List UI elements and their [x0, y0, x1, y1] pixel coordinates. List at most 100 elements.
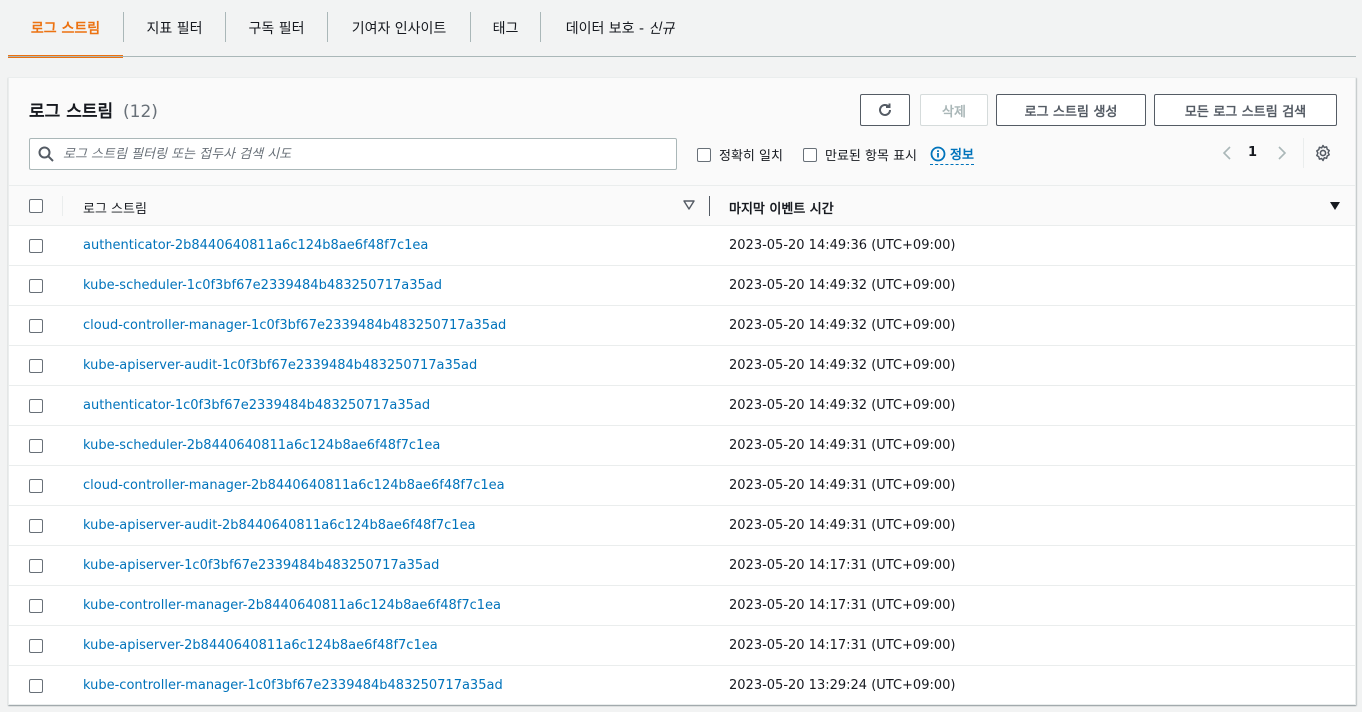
pagination-divider	[1303, 138, 1304, 168]
log-stream-link[interactable]: kube-controller-manager-2b8440640811a6c1…	[83, 598, 501, 613]
log-stream-link[interactable]: cloud-controller-manager-1c0f3bf67e23394…	[83, 318, 506, 333]
refresh-icon	[879, 103, 891, 116]
tab-tags[interactable]: 태그	[471, 0, 540, 56]
tab-log-streams[interactable]: 로그 스트림	[8, 0, 123, 58]
table-row: kube-controller-manager-2b8440640811a6c1…	[9, 586, 1355, 626]
log-stream-link[interactable]: kube-scheduler-2b8440640811a6c124b8ae6f4…	[83, 438, 440, 453]
tab-contributor-insights[interactable]: 기여자 인사이트	[328, 0, 470, 56]
tab-subscription-filters[interactable]: 구독 필터	[226, 0, 327, 56]
table-row: kube-scheduler-2b8440640811a6c124b8ae6f4…	[9, 426, 1355, 466]
tab-label: 태그	[492, 21, 519, 37]
last-event-time: 2023-05-20 14:49:31 (UTC+09:00)	[729, 478, 956, 493]
log-stream-link[interactable]: kube-scheduler-1c0f3bf67e2339484b4832507…	[83, 278, 442, 293]
last-event-time: 2023-05-20 14:49:36 (UTC+09:00)	[729, 238, 956, 253]
tab-data-protection[interactable]: 데이터 보호 - 신규	[541, 0, 699, 56]
tab-bar-divider	[8, 56, 1356, 57]
info-link[interactable]: 정보	[930, 144, 974, 165]
last-event-time: 2023-05-20 14:49:32 (UTC+09:00)	[729, 358, 956, 373]
show-expired-checkbox[interactable]	[803, 147, 817, 162]
last-event-time: 2023-05-20 14:17:31 (UTC+09:00)	[729, 638, 956, 653]
search-input[interactable]	[63, 146, 663, 162]
log-stream-link[interactable]: kube-apiserver-1c0f3bf67e2339484b4832507…	[83, 558, 439, 573]
last-event-time: 2023-05-20 13:29:24 (UTC+09:00)	[729, 678, 956, 693]
log-stream-link[interactable]: authenticator-2b8440640811a6c124b8ae6f48…	[83, 238, 428, 253]
current-page-number[interactable]: 1	[1248, 145, 1257, 160]
sort-caret-down-icon[interactable]	[683, 200, 695, 210]
new-badge: 신규	[648, 21, 675, 37]
row-checkbox[interactable]	[29, 679, 43, 693]
chevron-right-icon[interactable]	[1276, 145, 1288, 161]
search-all-log-streams-button[interactable]: 모든 로그 스트림 검색	[1154, 94, 1337, 126]
row-checkbox[interactable]	[29, 359, 43, 373]
exact-match-label: 정확히 일치	[719, 149, 783, 164]
item-count: (12)	[123, 102, 158, 122]
create-label: 로그 스트림 생성	[1024, 104, 1118, 120]
last-event-time: 2023-05-20 14:49:31 (UTC+09:00)	[729, 518, 956, 533]
title-text: 로그 스트림	[29, 102, 114, 122]
info-icon	[930, 146, 946, 161]
show-expired-label: 만료된 항목 표시	[825, 149, 917, 164]
row-checkbox[interactable]	[29, 639, 43, 653]
info-label: 정보	[950, 148, 974, 163]
refresh-button[interactable]	[860, 94, 910, 126]
table-row: authenticator-2b8440640811a6c124b8ae6f48…	[9, 226, 1355, 266]
table-row: kube-scheduler-1c0f3bf67e2339484b4832507…	[9, 266, 1355, 306]
page-title: 로그 스트림 (12)	[29, 97, 158, 122]
select-all-checkbox[interactable]	[29, 199, 43, 213]
table-row: authenticator-1c0f3bf67e2339484b48325071…	[9, 386, 1355, 426]
tab-label: 구독 필터	[248, 21, 305, 37]
delete-label: 삭제	[942, 104, 966, 120]
tab-metric-filters[interactable]: 지표 필터	[124, 0, 225, 56]
row-checkbox[interactable]	[29, 239, 43, 253]
tab-label: 데이터 보호 -	[565, 21, 649, 37]
row-checkbox[interactable]	[29, 319, 43, 333]
row-checkbox[interactable]	[29, 479, 43, 493]
last-event-time: 2023-05-20 14:49:31 (UTC+09:00)	[729, 438, 956, 453]
table-row: cloud-controller-manager-2b8440640811a6c…	[9, 466, 1355, 506]
log-stream-link[interactable]: kube-apiserver-audit-1c0f3bf67e2339484b4…	[83, 358, 477, 373]
log-stream-link[interactable]: kube-apiserver-2b8440640811a6c124b8ae6f4…	[83, 638, 438, 653]
column-divider	[62, 196, 63, 216]
row-checkbox[interactable]	[29, 519, 43, 533]
table-row: kube-apiserver-audit-1c0f3bf67e2339484b4…	[9, 346, 1355, 386]
gear-icon[interactable]	[1314, 144, 1332, 162]
tab-bar: 로그 스트림 지표 필터 구독 필터 기여자 인사이트 태그 데이터 보호 - …	[0, 0, 1362, 58]
tab-label: 지표 필터	[146, 21, 203, 37]
log-stream-link[interactable]: kube-controller-manager-1c0f3bf67e233948…	[83, 678, 503, 693]
table-row: kube-apiserver-audit-2b8440640811a6c124b…	[9, 506, 1355, 546]
exact-match-option[interactable]: 정확히 일치	[697, 145, 783, 164]
log-streams-panel: 로그 스트림 (12) 삭제 로그 스트림 생성 모든 로그 스트림 검색 로그…	[8, 77, 1356, 705]
log-stream-link[interactable]: kube-apiserver-audit-2b8440640811a6c124b…	[83, 518, 476, 533]
filter-search-box[interactable]	[29, 138, 677, 170]
log-stream-link[interactable]: authenticator-1c0f3bf67e2339484b48325071…	[83, 398, 430, 413]
log-stream-link[interactable]: cloud-controller-manager-2b8440640811a6c…	[83, 478, 505, 493]
last-event-time: 2023-05-20 14:17:31 (UTC+09:00)	[729, 598, 956, 613]
tab-label: 기여자 인사이트	[351, 21, 447, 37]
table-header: 로그 스트림 마지막 이벤트 시간	[9, 186, 1355, 226]
last-event-time: 2023-05-20 14:49:32 (UTC+09:00)	[729, 318, 956, 333]
table-row: kube-controller-manager-1c0f3bf67e233948…	[9, 666, 1355, 704]
table-row: cloud-controller-manager-1c0f3bf67e23394…	[9, 306, 1355, 346]
row-checkbox[interactable]	[29, 399, 43, 413]
last-event-time: 2023-05-20 14:49:32 (UTC+09:00)	[729, 398, 956, 413]
search-icon	[38, 146, 54, 162]
row-checkbox[interactable]	[29, 599, 43, 613]
row-checkbox[interactable]	[29, 559, 43, 573]
create-log-stream-button[interactable]: 로그 스트림 생성	[996, 94, 1146, 126]
table-row: kube-apiserver-1c0f3bf67e2339484b4832507…	[9, 546, 1355, 586]
row-checkbox[interactable]	[29, 279, 43, 293]
table-row: kube-apiserver-2b8440640811a6c124b8ae6f4…	[9, 626, 1355, 666]
tab-label: 로그 스트림	[30, 21, 101, 37]
column-header-last-event-time[interactable]: 마지막 이벤트 시간	[729, 198, 834, 217]
sort-descending-icon[interactable]	[1329, 201, 1341, 211]
column-header-log-stream[interactable]: 로그 스트림	[83, 198, 147, 217]
last-event-time: 2023-05-20 14:49:32 (UTC+09:00)	[729, 278, 956, 293]
show-expired-option[interactable]: 만료된 항목 표시	[803, 145, 917, 164]
chevron-left-icon[interactable]	[1221, 145, 1233, 161]
delete-button[interactable]: 삭제	[920, 94, 988, 126]
panel-header: 로그 스트림 (12) 삭제 로그 스트림 생성 모든 로그 스트림 검색 로그…	[9, 78, 1355, 186]
row-checkbox[interactable]	[29, 439, 43, 453]
exact-match-checkbox[interactable]	[697, 147, 711, 162]
search-all-label: 모든 로그 스트림 검색	[1184, 104, 1307, 120]
column-divider[interactable]	[709, 196, 710, 216]
